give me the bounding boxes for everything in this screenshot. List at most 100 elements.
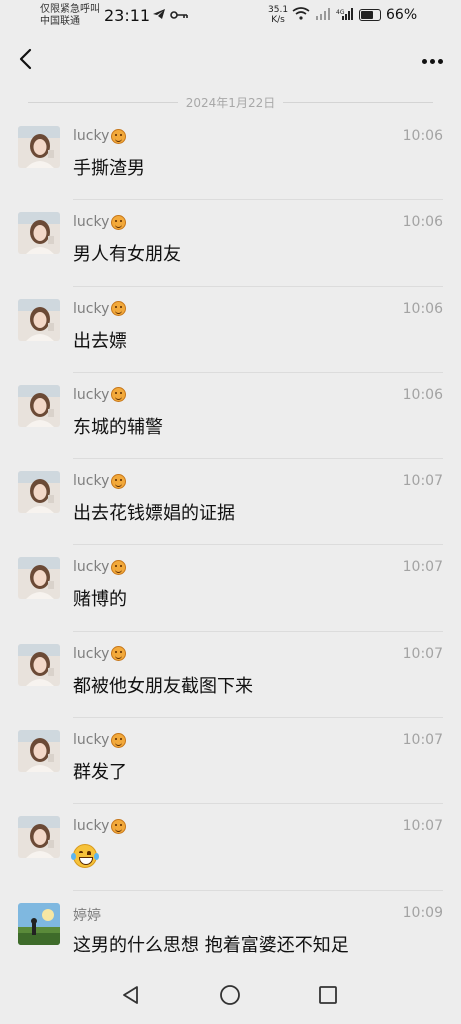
net-speed-unit: K/s	[271, 15, 285, 25]
more-dot	[437, 58, 443, 64]
message-time: 10:06	[402, 128, 443, 144]
more-dot	[421, 58, 427, 64]
smiling-face-emoji-icon	[111, 559, 127, 575]
square-recent-icon	[318, 985, 338, 1009]
message-time: 10:06	[402, 300, 443, 317]
smiling-face-emoji-icon	[111, 301, 127, 317]
clock: 23:11	[104, 6, 151, 25]
smiling-face-emoji-icon	[111, 128, 127, 144]
avatar[interactable]	[18, 557, 60, 600]
signal-2-icon: 4G	[336, 7, 354, 23]
carrier-line-1: 仅限紧急呼叫	[40, 4, 100, 15]
message-row[interactable]: lucky 10:07	[0, 804, 461, 891]
net-speed-value: 35.1	[268, 5, 289, 15]
wifi-icon	[292, 7, 310, 23]
message-text: 男人有女朋友	[73, 244, 181, 266]
key-icon	[170, 9, 188, 24]
tears-of-joy-emoji-icon	[71, 844, 99, 869]
system-icons: 4G 66%	[292, 7, 417, 23]
chevron-left-icon	[18, 48, 32, 74]
message-time: 10:07	[402, 732, 443, 749]
sender-name: lucky	[73, 473, 127, 490]
avatar[interactable]	[18, 212, 60, 255]
separator-line	[27, 101, 178, 103]
message-row[interactable]: 婷婷 10:09 这男的什么思想 抱着富婆还不知足	[0, 891, 461, 977]
status-bar: 仅限紧急呼叫 中国联通 23:11 35.1 K/s 4G 66%	[0, 0, 461, 34]
tear-right	[94, 853, 99, 861]
message-row[interactable]: lucky 10:07 都被他女朋友截图下来	[0, 632, 461, 719]
back-button[interactable]	[10, 44, 40, 78]
avatar[interactable]	[18, 902, 60, 945]
circle-home-icon	[219, 984, 241, 1010]
notification-icons	[152, 8, 188, 24]
message-text: 东城的辅警	[73, 416, 163, 438]
message-time: 10:06	[402, 386, 443, 403]
nav-home-button[interactable]	[217, 984, 243, 1010]
sender-name-text: lucky	[73, 386, 110, 403]
sender-name: lucky	[73, 646, 127, 662]
message-row[interactable]: lucky 10:06 手撕渣男	[0, 114, 461, 201]
chat-header	[0, 34, 461, 88]
date-separator: 2024年1月22日	[0, 92, 461, 112]
avatar[interactable]	[18, 471, 60, 514]
smiling-face-emoji-icon	[111, 818, 127, 834]
message-text: 群发了	[73, 762, 127, 784]
battery-icon	[359, 9, 381, 21]
sender-name-text: lucky	[73, 818, 110, 835]
sender-name: lucky	[73, 128, 127, 144]
avatar[interactable]	[18, 816, 60, 859]
message-text	[71, 844, 99, 873]
message-text: 出去花钱嫖娼的证据	[73, 503, 235, 525]
smiling-face-emoji-icon	[111, 214, 127, 230]
message-time: 10:06	[402, 214, 443, 231]
svg-text:4G: 4G	[336, 9, 345, 16]
message-time: 10:09	[402, 904, 443, 921]
message-row[interactable]: lucky 10:06 东城的辅警	[0, 373, 461, 460]
system-nav-bar	[0, 970, 461, 1024]
sender-name-text: lucky	[73, 300, 110, 317]
avatar[interactable]	[18, 643, 60, 686]
sender-name: lucky	[73, 732, 127, 749]
sender-name-text: lucky	[73, 732, 110, 749]
more-button[interactable]	[417, 48, 447, 74]
sender-name: lucky	[73, 386, 127, 403]
smiling-face-emoji-icon	[111, 732, 127, 748]
message-row[interactable]: lucky 10:06 男人有女朋友	[0, 200, 461, 287]
more-dot	[429, 58, 435, 64]
nav-back-button[interactable]	[118, 984, 144, 1010]
sender-name-text: lucky	[73, 559, 110, 576]
smiling-face-emoji-icon	[111, 646, 127, 662]
date-label: 2024年1月22日	[185, 95, 276, 110]
telegram-icon	[152, 9, 170, 24]
avatar[interactable]	[18, 126, 60, 168]
signal-1-icon	[315, 7, 331, 23]
avatar[interactable]	[18, 298, 60, 341]
message-row[interactable]: lucky 10:07 出去花钱嫖娼的证据	[0, 459, 461, 546]
sender-name-text: lucky	[73, 473, 110, 490]
sender-name-text: lucky	[73, 128, 110, 144]
message-row[interactable]: lucky 10:06 出去嫖	[0, 287, 461, 373]
sender-name: lucky	[73, 300, 127, 317]
message-text: 出去嫖	[73, 330, 127, 352]
sender-name: lucky	[73, 559, 127, 576]
tear-left	[71, 853, 76, 861]
battery-percent: 66%	[386, 7, 418, 23]
avatar[interactable]	[18, 384, 60, 427]
avatar[interactable]	[18, 730, 60, 773]
message-text: 这男的什么思想 抱着富婆还不知足	[73, 934, 349, 956]
sender-name: lucky	[73, 818, 127, 835]
battery-fill	[361, 11, 373, 19]
message-list: lucky 10:06 手撕渣男 lucky 10:06 男人有女朋友 lucky 10:06…	[0, 114, 461, 977]
nav-recent-button[interactable]	[315, 984, 341, 1010]
sender-name-text: 婷婷	[73, 907, 101, 924]
message-row[interactable]: lucky 10:07 赌博的	[0, 545, 461, 632]
smiling-face-emoji-icon	[111, 387, 127, 403]
carrier-info: 仅限紧急呼叫 中国联通	[40, 4, 100, 28]
message-row[interactable]: lucky 10:07 群发了	[0, 718, 461, 805]
sender-name-text: lucky	[73, 214, 110, 231]
message-time: 10:07	[402, 559, 443, 576]
message-time: 10:07	[402, 818, 443, 835]
sender-name: 婷婷	[73, 905, 101, 925]
carrier-line-2: 中国联通	[40, 16, 80, 27]
triangle-back-icon	[121, 985, 141, 1009]
